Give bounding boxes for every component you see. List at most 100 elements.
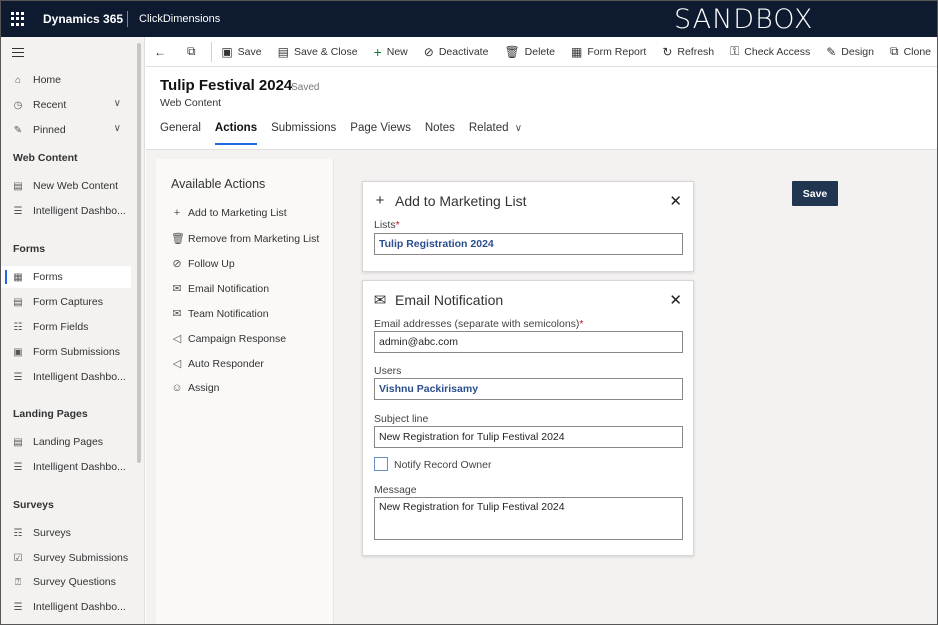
tab-actions[interactable]: Actions	[214, 119, 258, 145]
popout-icon: ⧉	[187, 44, 196, 58]
required-mark: *	[579, 318, 584, 330]
save-close-command[interactable]: ▤ Save & Close	[270, 37, 366, 67]
save-command[interactable]: ▣ Save	[213, 37, 269, 67]
arrow-left-icon: ←	[154, 44, 166, 59]
delete-label: Delete	[524, 45, 556, 58]
sidebar-item-label: Intelligent Dashbo...	[33, 461, 126, 473]
sidebar-item-form-captures[interactable]: ▤ Form Captures	[1, 291, 131, 313]
sidebar-item-surveys[interactable]: ☶ Surveys	[1, 522, 131, 544]
clone-label: Clone	[903, 45, 931, 58]
popout-button[interactable]: ⧉	[179, 37, 209, 67]
check-circle-icon: ⊘	[172, 258, 182, 270]
design-label: Design	[841, 45, 874, 58]
app-name[interactable]: ClickDimensions	[139, 13, 220, 25]
action-assign[interactable]: ☺ Assign	[171, 382, 220, 394]
plus-icon: +	[375, 192, 385, 209]
lists-lookup-field[interactable]: Tulip Registration 2024	[374, 233, 683, 255]
sidebar-item-intelligent-dashboard[interactable]: ☰ Intelligent Dashbo...	[1, 200, 131, 222]
action-follow-up[interactable]: ⊘ Follow Up	[171, 257, 234, 271]
sidebar-item-survey-submissions[interactable]: ☑ Survey Submissions	[1, 547, 131, 569]
survey-icon: ☶	[13, 527, 23, 539]
design-command[interactable]: ✎ Design	[818, 37, 882, 67]
action-label: Team Notification	[188, 307, 269, 320]
sidebar-item-pinned[interactable]: ✎ Pinned ∨	[1, 119, 131, 141]
sidebar-item-landing-pages[interactable]: ▤ Landing Pages	[1, 431, 131, 453]
save-status: - Saved	[285, 82, 320, 93]
sidebar-item-recent[interactable]: ◷ Recent ∨	[1, 94, 131, 116]
lists-label-text: Lists	[374, 219, 396, 231]
action-label: Auto Responder	[188, 357, 264, 370]
delete-command[interactable]: 🗑 Delete	[496, 37, 563, 67]
check-access-command[interactable]: ⚿ Check Access	[722, 37, 818, 67]
back-button[interactable]: ←	[146, 37, 179, 67]
action-email-notification[interactable]: ✉ Email Notification	[171, 282, 269, 296]
sidebar-group-web-content: Web Content	[13, 152, 78, 164]
card-title: + Add to Marketing List	[373, 192, 527, 209]
action-team-notification[interactable]: ✉ Team Notification	[171, 307, 269, 321]
sidebar-item-new-web-content[interactable]: ▤ New Web Content	[1, 175, 131, 197]
command-separator	[210, 41, 212, 62]
users-lookup-field[interactable]: Vishnu Packirisamy	[374, 378, 683, 400]
tab-page-views[interactable]: Page Views	[350, 119, 411, 145]
form-tabs: General Actions Submissions Page Views N…	[160, 119, 536, 145]
sidebar-item-label: Survey Submissions	[33, 552, 129, 564]
sidebar-scrollbar[interactable]	[137, 43, 141, 463]
design-icon: ✎	[826, 44, 837, 59]
tab-related[interactable]: Related ∨	[469, 119, 522, 145]
email-addresses-field[interactable]: admin@abc.com	[374, 331, 683, 353]
new-command[interactable]: + New	[366, 37, 416, 67]
action-auto-responder[interactable]: ◁ Auto Responder	[171, 357, 264, 371]
sidebar-item-form-submissions[interactable]: ▣ Form Submissions	[1, 341, 131, 363]
sidebar-item-label: Recent	[33, 99, 67, 111]
close-icon[interactable]: ✕	[669, 192, 682, 210]
tab-notes[interactable]: Notes	[425, 119, 455, 145]
deactivate-command[interactable]: ⊘ Deactivate	[416, 37, 497, 67]
action-label: Assign	[188, 382, 220, 394]
sidebar-item-intelligent-dashboard[interactable]: ☰ Intelligent Dashbo...	[1, 366, 131, 388]
sidebar-item-forms[interactable]: ▦ Forms	[1, 266, 131, 288]
app-launcher-icon[interactable]	[11, 12, 25, 26]
action-remove-from-marketing-list[interactable]: 🗑 Remove from Marketing List	[171, 232, 319, 246]
action-label: Add to Marketing List	[188, 207, 287, 219]
sidebar-item-label: Pinned	[33, 124, 66, 136]
sidebar-item-label: Intelligent Dashbo...	[33, 371, 126, 383]
sidebar-item-intelligent-dashboard[interactable]: ☰ Intelligent Dashbo...	[1, 596, 131, 618]
mail-icon: ✉	[373, 292, 387, 309]
sidebar-item-form-fields[interactable]: ☷ Form Fields	[1, 316, 131, 338]
sidebar-group-forms: Forms	[13, 243, 46, 255]
action-campaign-response[interactable]: ◁ Campaign Response	[171, 332, 287, 346]
action-add-to-marketing-list[interactable]: + Add to Marketing List	[171, 207, 287, 219]
plus-icon: +	[373, 43, 382, 60]
trash-icon: 🗑	[504, 44, 520, 59]
notify-record-owner-checkbox[interactable]	[374, 457, 388, 471]
action-label: Campaign Response	[188, 332, 287, 345]
sidebar-group-surveys: Surveys	[13, 499, 54, 511]
deactivate-icon: ⊘	[423, 44, 434, 59]
tab-submissions[interactable]: Submissions	[271, 119, 336, 145]
sidebar-item-label: Landing Pages	[33, 436, 104, 448]
web-page-icon: ▤	[13, 180, 23, 192]
sidebar-item-intelligent-dashboard[interactable]: ☰ Intelligent Dashbo...	[1, 456, 131, 478]
subject-line-field[interactable]: New Registration for Tulip Festival 2024	[374, 426, 683, 448]
tab-general[interactable]: General	[160, 119, 201, 145]
lists-label: Lists*	[374, 219, 400, 231]
message-field[interactable]: New Registration for Tulip Festival 2024	[374, 497, 683, 540]
sidebar-item-home[interactable]: ⌂ Home	[1, 69, 131, 91]
close-icon[interactable]: ✕	[669, 291, 682, 309]
clone-command[interactable]: ⧉ Clone	[882, 37, 937, 67]
refresh-command[interactable]: ↻ Refresh	[654, 37, 722, 67]
pin-icon: ✎	[13, 124, 23, 136]
required-mark: *	[395, 219, 400, 231]
chevron-down-icon: ∨	[113, 123, 121, 134]
form-report-command[interactable]: ▦ Form Report	[563, 37, 654, 67]
command-bar: ← ⧉ ▣ Save ▤ Save & Close + New ⊘ Deactivate…	[146, 37, 937, 67]
refresh-label: Refresh	[677, 45, 715, 58]
sidebar-item-survey-questions[interactable]: ⍰ Survey Questions	[1, 571, 131, 593]
available-actions-title: Available Actions	[171, 177, 266, 191]
email-addresses-label-text: Email addresses (separate with semicolon…	[374, 318, 580, 330]
save-button[interactable]: Save	[792, 181, 838, 206]
hamburger-menu-icon[interactable]	[12, 48, 24, 60]
sidebar-group-landing-pages: Landing Pages	[13, 408, 88, 420]
brand-name[interactable]: Dynamics 365	[43, 12, 123, 26]
key-icon: ⚿	[730, 44, 740, 58]
